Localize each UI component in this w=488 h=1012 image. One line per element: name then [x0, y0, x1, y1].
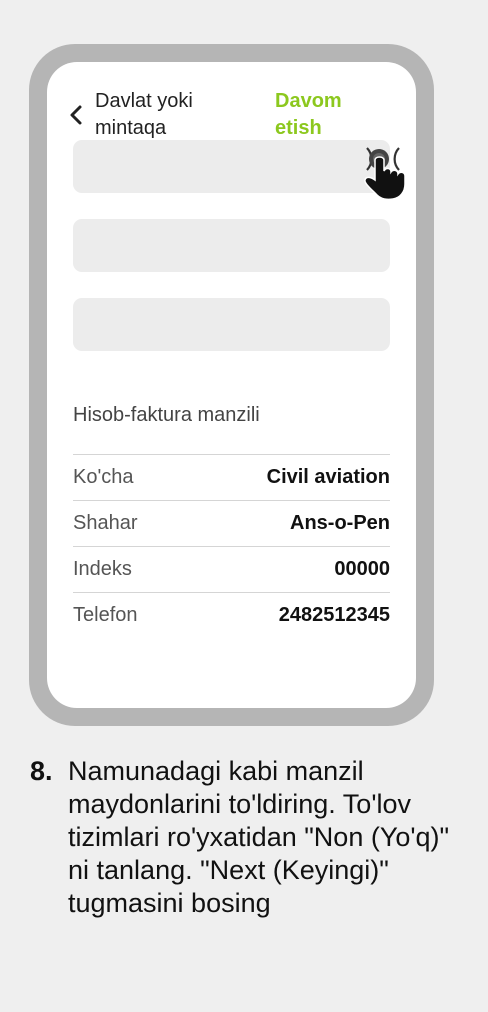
chevron-left-icon[interactable] — [69, 104, 83, 126]
row-label: Indeks — [73, 558, 132, 580]
row-value: Ans-o-Pen — [290, 512, 390, 534]
billing-address-title: Hisob-faktura manzili — [73, 404, 260, 426]
phone-screen: Davlat yoki mintaqa Davom etish Hisob-fa… — [47, 62, 416, 708]
row-label: Shahar — [73, 512, 138, 534]
row-label: Ko'cha — [73, 466, 134, 488]
row-value: 2482512345 — [278, 604, 390, 626]
list-item: Ko'cha Civil aviation — [73, 454, 390, 500]
row-label: Telefon — [73, 604, 138, 626]
list-item: Indeks 00000 — [73, 546, 390, 592]
step-text: Namunadagi kabi manzil maydonlarini to'l… — [68, 756, 450, 918]
tap-gesture-icon — [364, 147, 406, 201]
list-item: Telefon 2482512345 — [73, 592, 390, 638]
billing-address-list: Ko'cha Civil aviation Shahar Ans-o-Pen I… — [73, 454, 390, 638]
list-item: Shahar Ans-o-Pen — [73, 500, 390, 546]
address-field-2[interactable] — [73, 219, 390, 272]
back-button-label[interactable]: Davlat yoki mintaqa — [95, 88, 255, 142]
instruction-step: 8. Namunadagi kabi manzil maydonlarini t… — [30, 755, 450, 920]
address-field-1[interactable] — [73, 140, 390, 193]
row-value: Civil aviation — [266, 466, 390, 488]
step-number: 8. — [30, 756, 53, 786]
address-field-3[interactable] — [73, 298, 390, 351]
row-value: 00000 — [334, 558, 390, 580]
